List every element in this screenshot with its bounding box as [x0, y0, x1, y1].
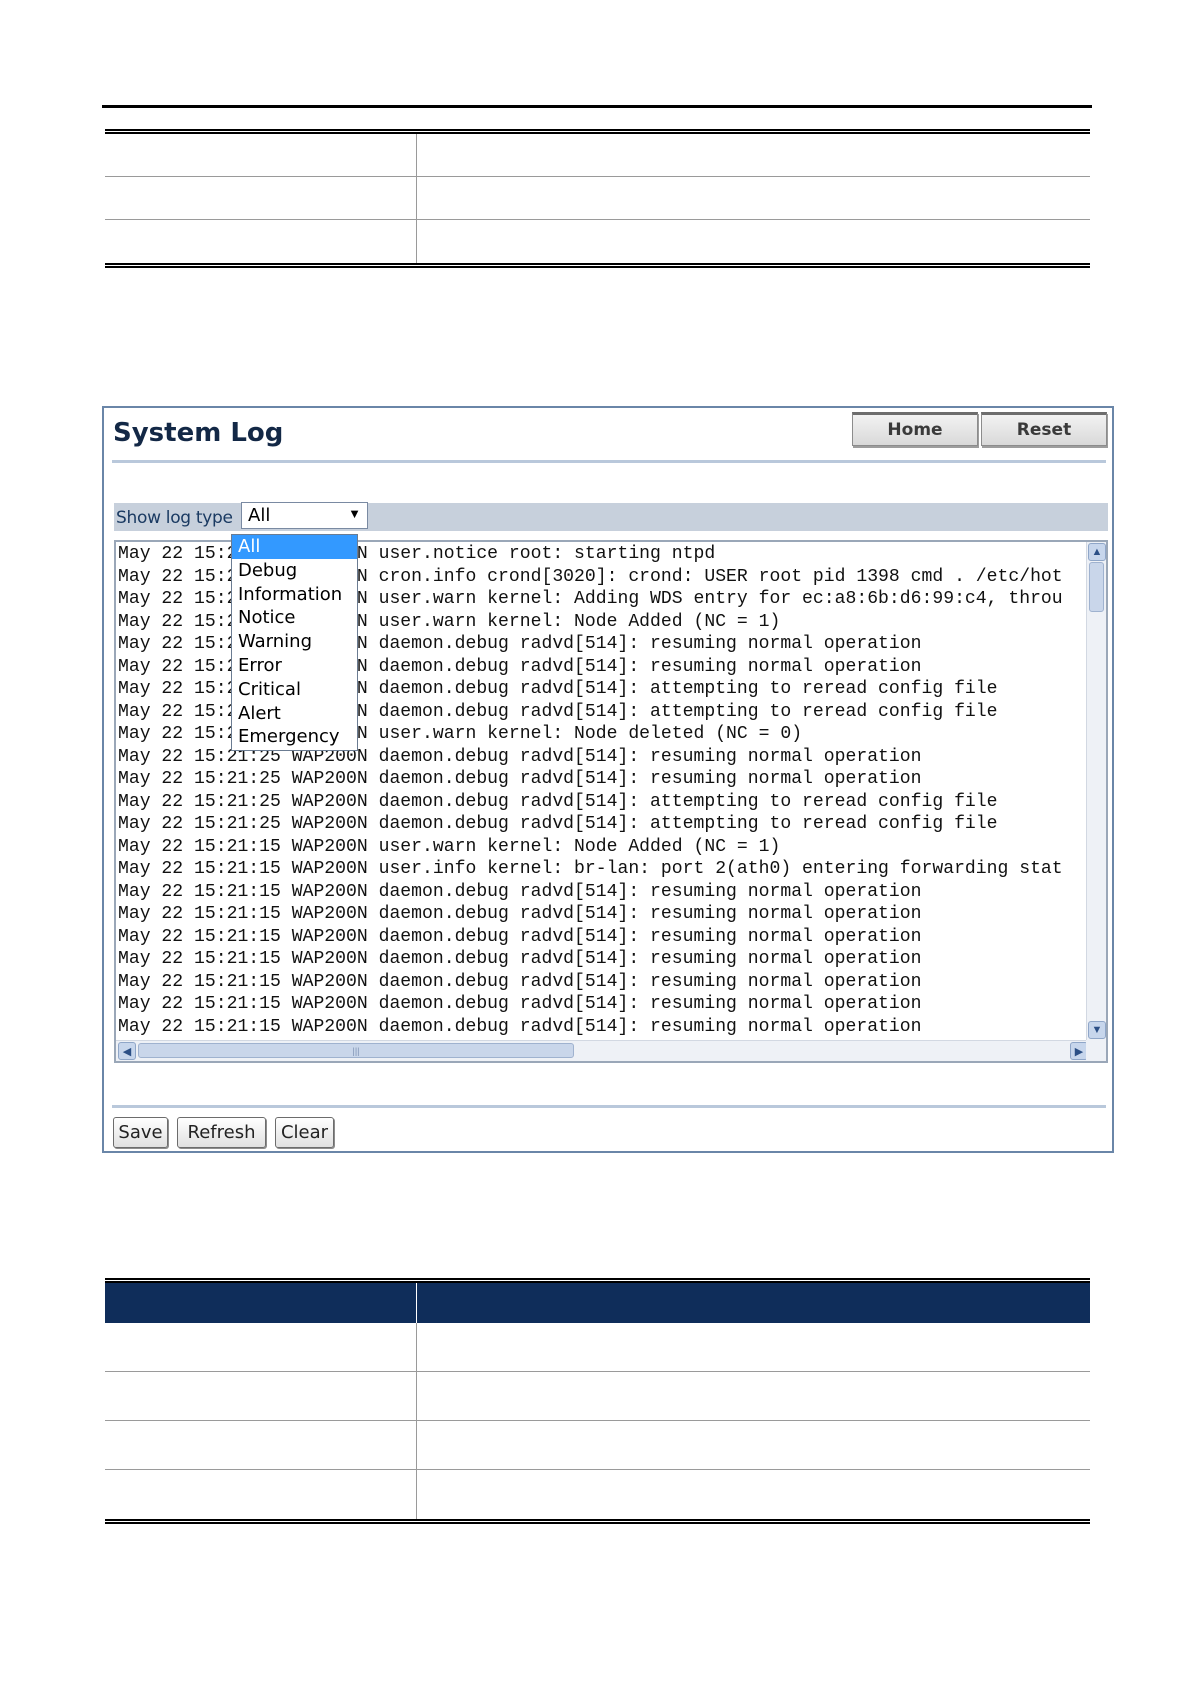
system-log-panel: System Log Home Reset Show log type All …: [102, 406, 1114, 1153]
log-type-option-warning[interactable]: Warning: [232, 630, 357, 654]
refresh-button[interactable]: Refresh: [177, 1117, 266, 1148]
table-row: [105, 1470, 1090, 1519]
table-row: [105, 134, 1090, 177]
scrollbar-corner: [1086, 1040, 1106, 1061]
vertical-scroll-thumb[interactable]: [1089, 562, 1104, 612]
log-type-label: Show log type: [116, 508, 233, 528]
horizontal-scrollbar[interactable]: ◀ ||| ▶: [116, 1040, 1090, 1061]
log-type-selected-value: All: [248, 505, 271, 526]
table-row: [105, 1372, 1090, 1421]
table-row: [105, 1421, 1090, 1470]
object-description-table-bottom: [105, 1278, 1090, 1524]
footer-divider: [112, 1105, 1106, 1108]
table-row: [105, 1323, 1090, 1372]
log-type-option-all[interactable]: All: [232, 535, 357, 559]
log-filter-bar: Show log type All ▼: [114, 502, 1108, 531]
scroll-up-icon[interactable]: ▲: [1088, 543, 1106, 561]
scroll-down-icon[interactable]: ▼: [1088, 1021, 1106, 1039]
log-line: May 22 15:21:15 WAP200N daemon.debug rad…: [118, 1016, 922, 1037]
table-row: [105, 220, 1090, 263]
object-description-table-top: [105, 129, 1090, 268]
log-line: May 22 15:21:15 WAP200N user.info kernel…: [118, 859, 1063, 879]
clear-button[interactable]: Clear: [275, 1117, 334, 1148]
log-line: May 22 15:21:15 WAP200N daemon.debug rad…: [118, 949, 922, 969]
log-type-option-debug[interactable]: Debug: [232, 559, 357, 583]
log-line: May 22 15:21:15 WAP200N daemon.debug rad…: [118, 994, 922, 1014]
reset-button[interactable]: Reset: [981, 412, 1107, 446]
log-type-option-error[interactable]: Error: [232, 654, 357, 678]
log-line: May 22 15:21:25 WAP200N daemon.debug rad…: [118, 791, 998, 812]
log-line: May 22 15:21:25 WAP200N daemon.debug rad…: [118, 769, 922, 789]
log-line: May 22 15:21:15 WAP200N daemon.debug rad…: [118, 971, 922, 992]
header-divider: [112, 460, 1106, 463]
vertical-scrollbar[interactable]: ▲ ▼: [1086, 542, 1106, 1040]
log-type-select[interactable]: All ▼: [241, 502, 368, 529]
table-header: [105, 1283, 1090, 1323]
page-header-rule: [102, 105, 1092, 108]
log-line: May 22 15:21:15 WAP200N daemon.debug rad…: [118, 881, 922, 902]
page-title: System Log: [113, 418, 284, 448]
scroll-left-icon[interactable]: ◀: [118, 1042, 136, 1060]
log-line: May 22 15:21:15 WAP200N user.warn kernel…: [118, 836, 781, 857]
horizontal-scroll-thumb[interactable]: |||: [138, 1043, 574, 1058]
home-button[interactable]: Home: [852, 412, 978, 446]
log-line: May 22 15:21:15 WAP200N daemon.debug rad…: [118, 926, 922, 947]
log-type-option-information[interactable]: Information: [232, 583, 357, 607]
dropdown-arrow-icon: ▼: [348, 506, 361, 521]
log-type-option-emergency[interactable]: Emergency: [232, 725, 357, 749]
table-row: [105, 177, 1090, 220]
save-button[interactable]: Save: [113, 1117, 168, 1148]
log-type-dropdown-list: All Debug Information Notice Warning Error Cri…: [231, 534, 358, 751]
log-line: May 22 15:21:25 WAP200N daemon.debug rad…: [118, 814, 998, 834]
log-type-option-notice[interactable]: Notice: [232, 606, 357, 630]
log-type-option-critical[interactable]: Critical: [232, 678, 357, 702]
log-type-option-alert[interactable]: Alert: [232, 702, 357, 726]
log-line: May 22 15:21:15 WAP200N daemon.debug rad…: [118, 904, 922, 924]
